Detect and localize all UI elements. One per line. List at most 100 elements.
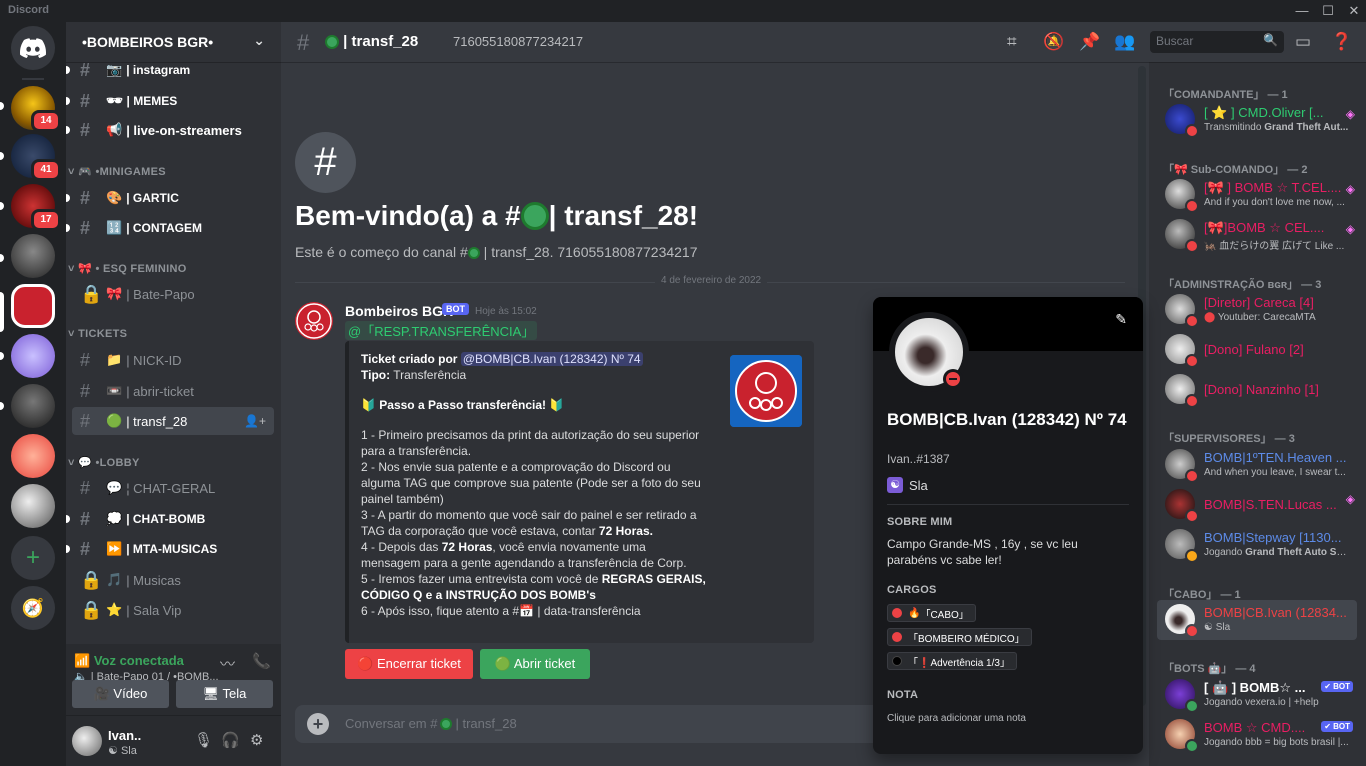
server-icon-bombeiros[interactable] xyxy=(11,284,55,328)
maximize-button[interactable]: ☐ xyxy=(1316,2,1340,20)
avatar[interactable] xyxy=(72,726,102,756)
avatar[interactable] xyxy=(295,302,333,340)
member-item[interactable]: [Dono] Nanzinho [1] xyxy=(1157,370,1357,410)
member-item[interactable]: BOMB|Stepway [1130... Jogando Grand Thef… xyxy=(1157,525,1357,565)
channel-abrir-ticket[interactable]: # 📼 | abrir-ticket xyxy=(72,377,274,405)
member-item[interactable]: [ ⭐ ] CMD.Oliver [... Transmitindo Grand… xyxy=(1157,100,1357,140)
message-author[interactable]: Bombeiros BGR xyxy=(345,303,453,319)
member-item[interactable]: BOMB|1ºTEN.Heaven ... And when you leave… xyxy=(1157,445,1357,485)
member-item[interactable]: [🎀 ] BOMB ☆ T.CEL.... And if you don't l… xyxy=(1157,175,1357,215)
close-ticket-button[interactable]: 🔴 Encerrar ticket xyxy=(345,649,473,679)
screen-share-button[interactable]: 🖥 Tela xyxy=(176,680,273,708)
member-name: BOMB|S.TEN.Lucas ... xyxy=(1204,497,1337,512)
category-lobby[interactable]: ˅ 💬 •LOBBY xyxy=(68,456,140,469)
headphones-icon[interactable]: 🎧 xyxy=(221,731,240,749)
channel-hash-icon: # xyxy=(295,132,356,193)
member-name: [Dono] Fulano [2] xyxy=(1204,342,1304,357)
sunglasses-icon: 🕶 xyxy=(106,93,123,108)
attach-plus-icon[interactable]: + xyxy=(307,713,329,735)
title-bar: Discord — ☐ ✕ xyxy=(0,0,1366,22)
role-mention[interactable]: @「RESP.TRANSFERÊNCIA」 xyxy=(345,321,538,340)
close-button[interactable]: ✕ xyxy=(1342,2,1366,20)
member-item[interactable]: [🎀]BOMB ☆ CEL.... 🦗 血だらけの翼 広げて Like ... … xyxy=(1157,215,1357,255)
bot-tag: BOT xyxy=(442,303,469,315)
invite-icon[interactable]: 👤+ xyxy=(244,414,266,428)
unread-pill xyxy=(0,352,4,360)
noise-suppression-icon[interactable]: 〰 xyxy=(220,653,235,674)
channel-instagram[interactable]: # 📷 | instagram xyxy=(66,62,274,84)
server-icon-9[interactable] xyxy=(11,484,55,528)
notification-mute-icon[interactable]: 🔕 xyxy=(1043,32,1064,52)
embed-thumbnail[interactable] xyxy=(730,355,802,427)
user-mention[interactable]: @BOMB|CB.Ivan (128342) Nº 74 xyxy=(460,352,643,366)
divider xyxy=(887,504,1129,505)
thought-bubble-icon: 💭 xyxy=(106,511,123,526)
channel-transf-28[interactable]: # 🟢 | transf_28 👤+ xyxy=(72,407,274,435)
channel-contagem[interactable]: # 🔢 | CONTAGEM xyxy=(66,214,274,242)
role-chip[interactable]: 🔥 「CABO」 xyxy=(887,604,976,622)
microphone-icon[interactable]: 🎙 xyxy=(194,731,213,749)
explore-compass-icon[interactable]: 🧭 xyxy=(11,586,55,630)
role-chip[interactable]: 「❗Advertência 1/3」 xyxy=(887,652,1017,670)
member-list-icon[interactable]: 👥 xyxy=(1114,32,1135,52)
server-icon-7[interactable] xyxy=(11,384,55,428)
member-item[interactable]: [Diretor] Careca [4] ⬤ Youtuber: CarecaM… xyxy=(1157,290,1357,330)
channel-bate-papo[interactable]: 🔒 🎀 | Bate-Papo xyxy=(72,280,274,308)
member-item[interactable]: [Dono] Fulano [2] xyxy=(1157,330,1357,370)
member-activity: And when you leave, I swear t... xyxy=(1204,467,1346,478)
category-tickets[interactable]: ˅ TICKETS xyxy=(68,328,127,340)
category-esq-feminino[interactable]: ˅ 🎀 • ESQ FEMININO xyxy=(68,262,187,275)
channel-chat-geral[interactable]: # 💬 ¦ CHAT-GERAL xyxy=(72,474,274,502)
server-icon-8[interactable] xyxy=(11,434,55,478)
edit-pencil-icon[interactable]: ✎ xyxy=(1115,311,1127,328)
hash-icon: # xyxy=(80,62,91,80)
channel-name: | CHAT-BOMB xyxy=(126,512,206,526)
channel-mta-musicas[interactable]: # ⏩ | MTA-MUSICAS xyxy=(66,535,274,563)
member-item[interactable]: BOMB ☆ CMD.... Jogando bbb = big bots br… xyxy=(1157,715,1357,755)
disconnect-call-icon[interactable]: 📞 xyxy=(252,652,271,670)
category-minigames[interactable]: ˅ 🎮 •MINIGAMES xyxy=(68,165,166,178)
note-input[interactable]: Clique para adicionar uma nota xyxy=(887,713,1026,724)
mention-badge: 14 xyxy=(31,110,61,132)
member-item-selected[interactable]: BOMB|CB.Ivan (12834... ☯ Sla xyxy=(1157,600,1357,640)
role-chip[interactable]: 「BOMBEIRO MÉDICO」 xyxy=(887,628,1032,646)
bombeiros-badge-icon xyxy=(730,355,802,427)
channel-live-on-streamers[interactable]: # 📢 | live-on-streamers xyxy=(66,116,274,144)
guild-header[interactable]: •BOMBEIROS BGR• ⌄ xyxy=(66,22,281,62)
channel-nick-id[interactable]: # 📁 | NICK-ID xyxy=(72,346,274,374)
megaphone-icon: 📢 xyxy=(106,122,123,137)
minimize-button[interactable]: — xyxy=(1290,2,1314,20)
app-title: Discord xyxy=(8,4,49,16)
search-input[interactable]: Buscar 🔍 xyxy=(1150,31,1284,53)
pin-icon[interactable]: 📌 xyxy=(1079,32,1100,52)
channel-sala-vip[interactable]: 🔒 ⭐ | Sala Vip xyxy=(72,596,274,624)
green-circle-icon xyxy=(440,717,453,730)
add-server-button[interactable]: + xyxy=(11,536,55,580)
member-item[interactable]: BOMB|S.TEN.Lucas ... ◈ xyxy=(1157,485,1357,525)
inbox-icon[interactable]: ▭ xyxy=(1295,32,1311,52)
channel-name: | transf_28 xyxy=(126,413,188,429)
channel-gartic[interactable]: # 🎨 | GARTIC xyxy=(66,184,274,212)
server-rail: 14 41 17 + 🧭 xyxy=(0,22,66,766)
member-item[interactable]: [ 🤖 ] BOMB☆ ... Jogando vexera.io | +hel… xyxy=(1157,675,1357,715)
music-note-icon: 🎵 xyxy=(106,572,123,587)
member-group-title: 「BOTS 🤖」 — 4 xyxy=(1163,663,1256,675)
channel-chat-bomb[interactable]: # 💭 | CHAT-BOMB xyxy=(66,505,274,533)
open-ticket-button[interactable]: 🟢 Abrir ticket xyxy=(480,649,590,679)
channel-name: | MEMES xyxy=(126,94,178,108)
home-button[interactable] xyxy=(11,26,55,70)
gear-icon[interactable]: ⚙ xyxy=(250,731,263,749)
threads-icon[interactable]: ⌗ xyxy=(1007,32,1017,52)
channel-musicas[interactable]: 🔒 🎵 | Musicas xyxy=(72,566,274,594)
server-icon-4[interactable] xyxy=(11,234,55,278)
video-button[interactable]: 🎥 Vídeo xyxy=(72,680,169,708)
green-circle-icon xyxy=(467,247,480,260)
server-icon-6[interactable] xyxy=(11,334,55,378)
green-circle-icon xyxy=(520,202,549,230)
channel-name: | MTA-MUSICAS xyxy=(126,542,218,556)
channel-memes[interactable]: # 🕶 | MEMES xyxy=(66,87,274,115)
member-name: [ 🤖 ] BOMB☆ ... xyxy=(1204,680,1306,695)
help-icon[interactable]: ❓ xyxy=(1331,32,1352,52)
yin-yang-icon: ☯ xyxy=(887,477,903,493)
member-name: BOMB ☆ CMD.... xyxy=(1204,720,1306,735)
